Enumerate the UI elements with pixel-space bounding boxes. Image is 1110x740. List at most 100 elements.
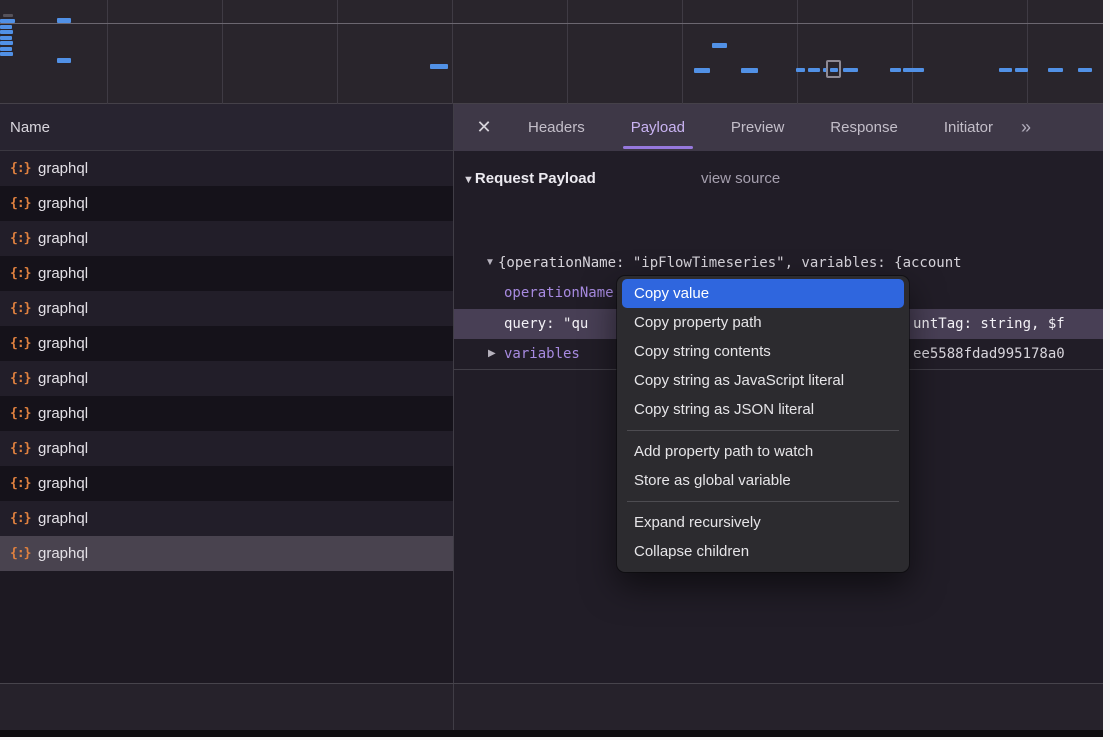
- tab-response[interactable]: Response: [816, 104, 912, 151]
- request-name: graphql: [38, 291, 88, 326]
- json-braces-icon: {:}: [10, 291, 36, 326]
- json-braces-icon: {:}: [10, 186, 36, 221]
- waterfall-bar: [890, 68, 901, 72]
- waterfall-bar: [0, 19, 15, 23]
- network-overview-timeline[interactable]: [0, 0, 1103, 104]
- menu-item-copy-string-as-javascript-literal[interactable]: Copy string as JavaScript literal: [622, 366, 904, 395]
- tab-headers[interactable]: Headers: [514, 104, 599, 151]
- json-braces-icon: {:}: [10, 361, 36, 396]
- waterfall-bar: [843, 68, 858, 72]
- waterfall-bar: [0, 52, 13, 56]
- json-braces-icon: {:}: [10, 221, 36, 256]
- json-braces-icon: {:}: [10, 536, 36, 571]
- request-row[interactable]: {:}graphql: [0, 186, 453, 221]
- request-row[interactable]: {:}graphql: [0, 536, 453, 571]
- request-row[interactable]: {:}graphql: [0, 396, 453, 431]
- tab-payload[interactable]: Payload: [617, 104, 699, 151]
- waterfall-bar: [57, 18, 71, 23]
- waterfall-bar: [430, 64, 448, 69]
- disclosure-down-icon: ▼: [463, 174, 474, 186]
- variables-preview-right: ee5588fdad995178a0: [913, 339, 1065, 369]
- waterfall-bar: [808, 68, 820, 72]
- request-payload-section-header[interactable]: ▼Request Payload: [463, 164, 596, 194]
- waterfall-bar: [1015, 68, 1028, 72]
- waterfall-bar: [57, 58, 71, 63]
- waterfall-bar: [0, 30, 13, 34]
- request-name: graphql: [38, 396, 88, 431]
- request-row[interactable]: {:}graphql: [0, 256, 453, 291]
- waterfall-bar: [712, 43, 727, 48]
- waterfall-bar: [903, 68, 924, 72]
- tabs-holder: Headers Payload Preview Response Initiator: [496, 104, 1007, 151]
- request-name: graphql: [38, 221, 88, 256]
- json-braces-icon: {:}: [10, 396, 36, 431]
- request-name: graphql: [38, 466, 88, 501]
- menu-item-copy-property-path[interactable]: Copy property path: [622, 308, 904, 337]
- root-preview-text: {operationName: "ipFlowTimeseries", vari…: [498, 248, 962, 278]
- overview-gridline: [1027, 0, 1028, 104]
- menu-item-collapse-children[interactable]: Collapse children: [622, 537, 904, 566]
- waterfall-bar: [741, 68, 758, 73]
- request-name: graphql: [38, 501, 88, 536]
- disclosure-down-icon: ▼: [485, 248, 495, 278]
- request-name: graphql: [38, 361, 88, 396]
- request-row[interactable]: {:}graphql: [0, 361, 453, 396]
- waterfall-bar: [0, 41, 13, 45]
- request-row[interactable]: {:}graphql: [0, 501, 453, 536]
- selected-request-marker[interactable]: [826, 60, 841, 78]
- waterfall-bar: [1078, 68, 1092, 72]
- overview-gridline: [797, 0, 798, 104]
- request-row[interactable]: {:}graphql: [0, 291, 453, 326]
- menu-item-add-property-path-to-watch[interactable]: Add property path to watch: [622, 437, 904, 466]
- request-name: graphql: [38, 536, 88, 571]
- panel-split-divider[interactable]: [453, 104, 454, 730]
- menu-separator: [627, 430, 899, 431]
- overview-gridline: [107, 0, 108, 104]
- menu-item-copy-string-contents[interactable]: Copy string contents: [622, 337, 904, 366]
- devtools-network-panel: Name {:}graphql{:}graphql{:}graphql{:}gr…: [0, 0, 1110, 740]
- disclosure-right-icon: ▶: [488, 339, 496, 369]
- menu-item-copy-string-as-json-literal[interactable]: Copy string as JSON literal: [622, 395, 904, 424]
- overview-gridline: [567, 0, 568, 104]
- json-braces-icon: {:}: [10, 151, 36, 186]
- tab-initiator[interactable]: Initiator: [930, 104, 1007, 151]
- menu-item-copy-value[interactable]: Copy value: [622, 279, 904, 308]
- request-list: {:}graphql{:}graphql{:}graphql{:}graphql…: [0, 151, 453, 571]
- menu-item-store-as-global-variable[interactable]: Store as global variable: [622, 466, 904, 495]
- request-name: graphql: [38, 256, 88, 291]
- json-braces-icon: {:}: [10, 501, 36, 536]
- json-braces-icon: {:}: [10, 256, 36, 291]
- overview-lane-divider: [0, 23, 1103, 24]
- request-name: graphql: [38, 431, 88, 466]
- more-tabs-icon[interactable]: »: [1021, 117, 1029, 138]
- context-menu: Copy valueCopy property pathCopy string …: [617, 276, 909, 572]
- overview-gridline: [337, 0, 338, 104]
- waterfall-bar: [0, 25, 12, 29]
- variables-key: variables: [504, 339, 580, 369]
- request-row[interactable]: {:}graphql: [0, 431, 453, 466]
- request-row[interactable]: {:}graphql: [0, 466, 453, 501]
- menu-separator: [627, 501, 899, 502]
- name-column-header[interactable]: Name: [0, 104, 453, 151]
- waterfall-bar: [796, 68, 805, 72]
- requests-panel: Name {:}graphql{:}graphql{:}graphql{:}gr…: [0, 104, 453, 683]
- json-braces-icon: {:}: [10, 466, 36, 501]
- request-name: graphql: [38, 326, 88, 361]
- query-text-right: untTag: string, $f: [913, 309, 1065, 339]
- footer-divider: [0, 683, 1103, 684]
- view-source-link[interactable]: view source: [701, 164, 780, 194]
- tab-preview[interactable]: Preview: [717, 104, 798, 151]
- waterfall-bar: [3, 14, 13, 17]
- close-icon[interactable]: ✕: [472, 117, 496, 138]
- json-braces-icon: {:}: [10, 326, 36, 361]
- request-name: graphql: [38, 151, 88, 186]
- menu-item-expand-recursively[interactable]: Expand recursively: [622, 508, 904, 537]
- request-row[interactable]: {:}graphql: [0, 326, 453, 361]
- overview-gridline: [682, 0, 683, 104]
- overview-gridline: [452, 0, 453, 104]
- section-title: Request Payload: [475, 170, 596, 187]
- waterfall-bar: [999, 68, 1012, 72]
- request-row[interactable]: {:}graphql: [0, 151, 453, 186]
- request-row[interactable]: {:}graphql: [0, 221, 453, 256]
- payload-root-row[interactable]: ▼{operationName: "ipFlowTimeseries", var…: [454, 248, 1103, 278]
